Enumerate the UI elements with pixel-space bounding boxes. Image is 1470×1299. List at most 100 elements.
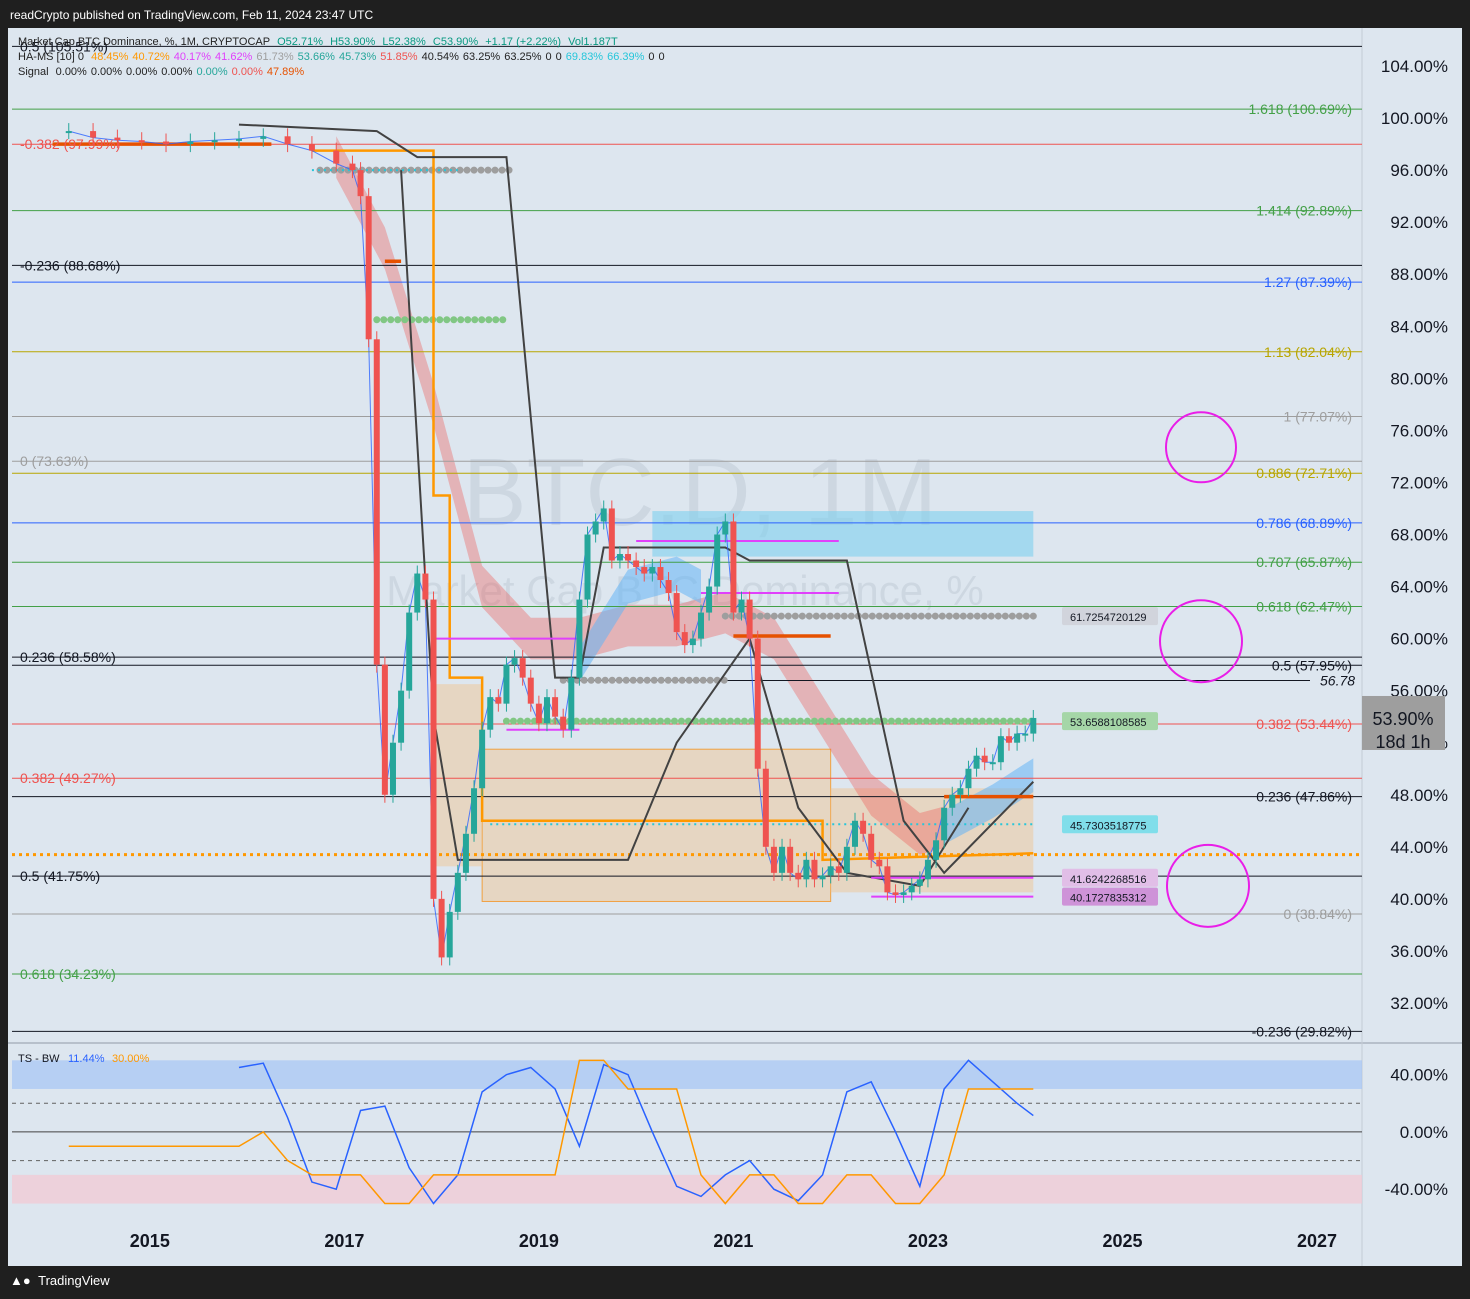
candle-body [697,612,704,639]
y-tick-label: 96.00% [1390,161,1448,180]
chart-legend: Market Cap BTC Dominance, %, 1M, CRYPTOC… [18,35,669,80]
x-tick-label: 2025 [1102,1231,1142,1251]
legend-close: C53.90% [432,36,479,48]
y-tick-label: 44.00% [1390,838,1448,857]
fib-level-label: 0.5 (41.75%) [20,868,100,884]
legend-indicator-value: 0 [555,51,562,63]
candle-body [924,859,931,880]
candle-body [900,892,907,895]
highlight-circle [1165,411,1237,484]
candle-body [487,697,494,730]
candle-body [795,872,802,880]
candle-body [414,573,421,613]
candle-body [560,716,567,730]
legend-indicator-value: 45.73% [338,51,377,63]
legend-signal-value: 47.89% [266,66,305,78]
candle-body [657,567,664,581]
osc-y-tick-label: 0.00% [1400,1123,1448,1142]
fib-level-label: 0.5 (57.95%) [1272,657,1352,673]
level-tag-label: 53.6588108585 [1070,717,1146,729]
level-tag-label: 45.7303518775 [1070,820,1146,832]
candle-body [454,872,461,912]
candle-body [949,794,956,808]
level-tag-label: 41.6242268516 [1070,874,1146,886]
legend-indicator: HA-MS [10] 0 48.45% 40.72% 40.17% 41.62% 61.… [18,50,669,65]
y-tick-label: 40.00% [1390,890,1448,909]
fib-level-label: -0.236 (88.68%) [20,257,120,273]
legend-indicator-value: 40.54% [421,51,459,63]
candle-body [1014,733,1021,743]
candle-body [430,599,437,899]
candle-body [803,859,810,880]
candle-body [827,866,834,876]
osc-legend-value: 11.44% [68,1053,105,1065]
candle-body [851,820,858,847]
legend-indicator-value: 69.83% [565,51,604,63]
oversold-band [12,1174,1362,1204]
level-label: 56.78 [1320,672,1355,688]
legend-low: L52.38% [382,36,426,48]
y-tick-label: 72.00% [1390,473,1448,492]
fib-level-label: 0.886 (72.71%) [1256,465,1352,481]
fib-level-label: 0.382 (49.27%) [20,770,116,786]
legend-indicator-value: 63.25% [462,51,501,63]
fib-level-label: -0.382 (97.99%) [20,136,120,152]
y-tick-label: 104.00% [1381,57,1448,76]
legend-signal-value: 0.00% [126,66,158,78]
candle-body [462,833,469,873]
x-tick-label: 2019 [519,1231,559,1251]
candle-body [641,567,648,574]
candle-body [519,658,526,678]
candle-body [625,554,632,561]
y-tick-label: 88.00% [1390,265,1448,284]
candle-body [706,586,713,613]
chart-canvas[interactable]: BTC.D, 1M Market Cap BTC Dominance, % 10… [0,0,1470,1299]
candle-body [722,521,729,535]
candle-body [633,560,640,568]
candle-body [673,593,680,633]
candle-body [535,703,542,724]
legend-indicator-value: 66.39% [607,51,645,63]
legend-signal-name: Signal [18,66,49,78]
candle-body [1022,733,1029,736]
y-tick-label: 68.00% [1390,525,1448,544]
candle-body [576,599,583,678]
candle-body [665,580,672,594]
candle-body [333,150,340,164]
legend-open: O52.71% [277,36,323,48]
candle-body [908,885,915,893]
candle-body [235,138,242,141]
candle-body [876,859,883,867]
fib-level-label: 0 (38.84%) [1284,906,1352,922]
y-tick-label: 32.00% [1390,994,1448,1013]
level-tag-label: 61.7254720129 [1070,612,1146,624]
fib-level-label: 0.236 (47.86%) [1256,789,1352,805]
legend-indicator-value: 41.62% [215,51,253,63]
candle-body [981,755,988,763]
fib-level-label: 1.618 (100.69%) [1248,101,1352,117]
legend-indicator-value: 0 [648,51,655,63]
fib-level-label: 1.13 (82.04%) [1264,344,1352,360]
overbought-band [12,1060,1362,1089]
level-tag-label: 40.1727835312 [1070,893,1146,905]
candle-body [811,859,818,880]
legend-signal-value: 0.00% [161,66,193,78]
candle-body [568,677,575,730]
y-tick-label: 100.00% [1381,109,1448,128]
candle-body [843,846,850,873]
candle-body [398,690,405,743]
osc-title: TS - BW [18,1053,60,1065]
candle-body [446,911,453,958]
candle-body [730,521,737,613]
legend-indicator-name: HA-MS [10] 0 [18,51,85,63]
legend-indicator-value: 53.66% [297,51,335,63]
candle-body [714,534,721,587]
x-tick-label: 2027 [1297,1231,1337,1251]
candle-body [163,141,170,145]
legend-signal-value: 0.00% [196,66,228,78]
fib-level-label: 0.382 (53.44%) [1256,716,1352,732]
candle-body [1030,717,1037,734]
legend-volume: Vol1.187T [568,36,618,48]
legend-indicator-value: 63.25% [504,51,542,63]
candle-body [511,658,518,665]
